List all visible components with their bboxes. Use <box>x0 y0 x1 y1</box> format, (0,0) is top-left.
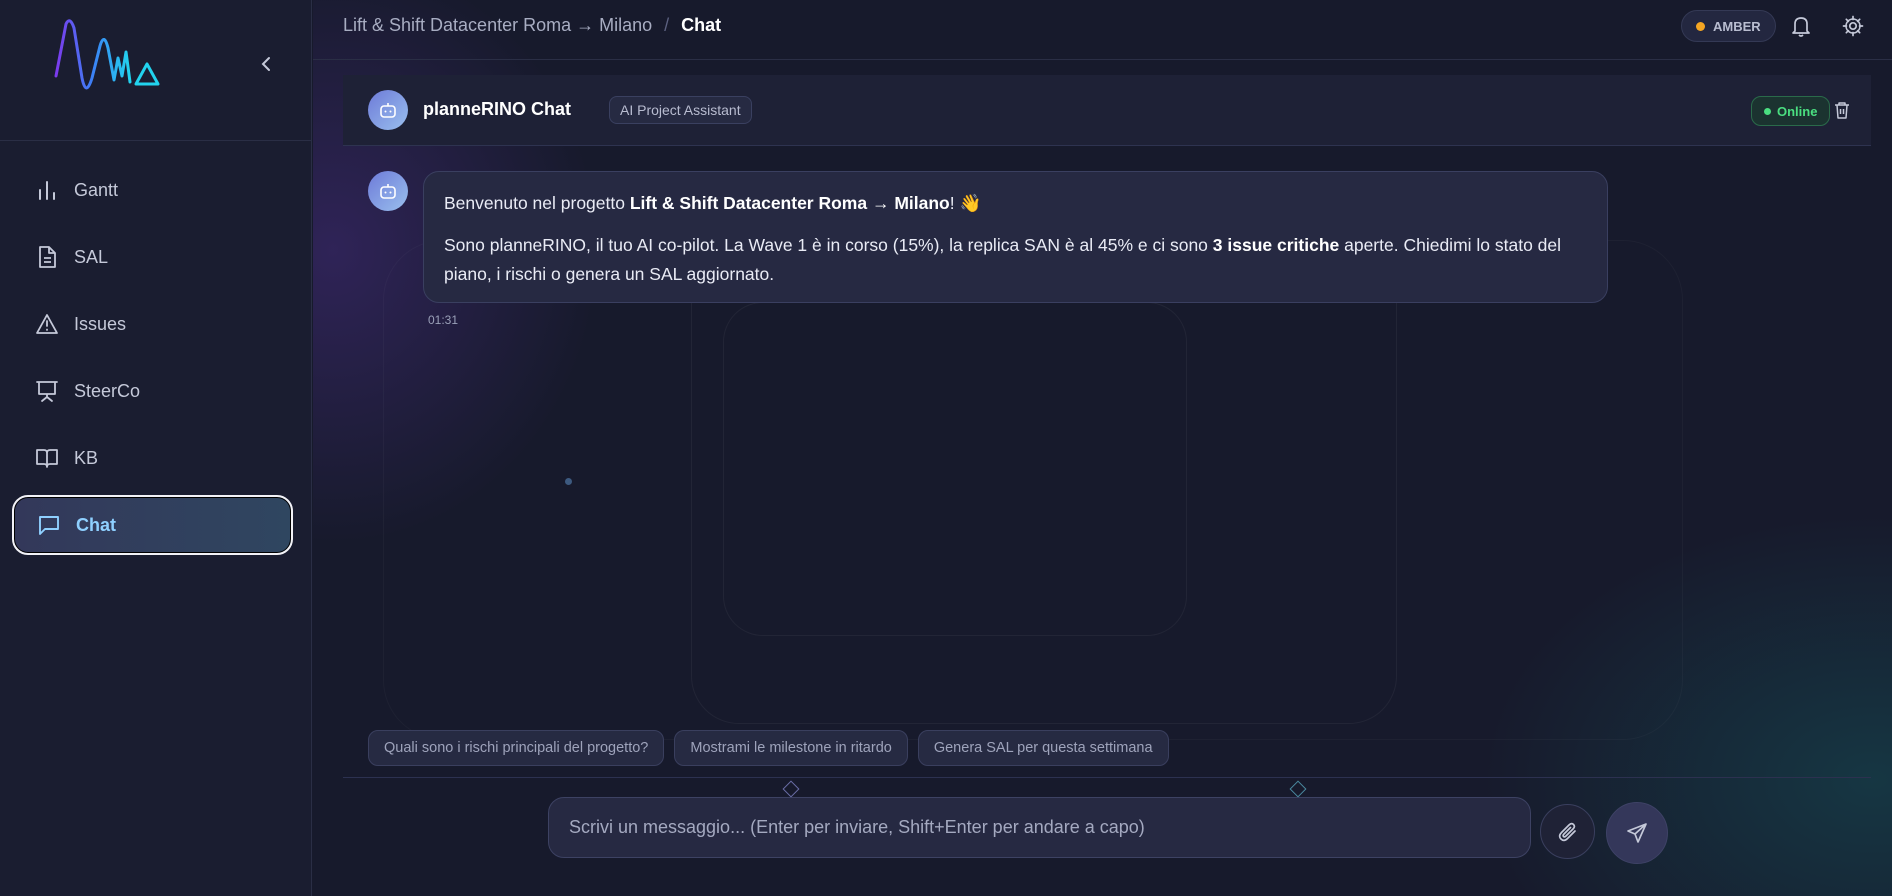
suggestion-chips: Quali sono i rischi principali del proge… <box>368 730 1169 766</box>
sidebar-item-label: SAL <box>74 246 109 267</box>
sidebar-item-label: Gantt <box>74 179 119 200</box>
assistant-message: Benvenuto nel progetto Lift & Shift Data… <box>423 171 1608 303</box>
background-decoration <box>383 240 1683 740</box>
bar-chart-icon <box>34 177 60 203</box>
breadcrumb-separator: / <box>664 15 670 35</box>
sidebar-item-label: KB <box>74 447 99 468</box>
project-status-badge[interactable]: AMBER <box>1681 10 1776 42</box>
assistant-avatar <box>368 90 408 130</box>
message-text: ! 👋 <box>949 193 982 213</box>
message-paragraph: Benvenuto nel progetto Lift & Shift Data… <box>444 189 1587 218</box>
robot-icon <box>380 103 396 118</box>
diamond-marker-icon <box>1289 780 1307 798</box>
book-icon <box>34 445 60 471</box>
message-composer <box>548 797 1531 858</box>
message-text: Sono planneRINO, il tuo AI co-pilot. La … <box>444 235 1213 255</box>
online-label: Online <box>1777 103 1818 119</box>
robot-icon <box>380 184 396 199</box>
paperclip-icon <box>1558 822 1576 841</box>
sidebar-item-issues[interactable]: Issues <box>12 294 293 354</box>
logo-area <box>0 0 311 141</box>
gear-icon <box>1842 15 1864 37</box>
sidebar-item-gantt[interactable]: Gantt <box>12 160 293 220</box>
clear-chat-button[interactable] <box>1831 99 1853 121</box>
breadcrumb: Lift & Shift Datacenter Roma → Milano / … <box>343 15 721 36</box>
sidebar: Gantt SAL Issues SteerCo KB Chat <box>0 0 312 896</box>
presentation-icon <box>34 378 60 404</box>
background-dot <box>565 478 572 485</box>
status-label: AMBER <box>1713 18 1761 34</box>
composer-divider <box>343 777 1871 778</box>
diamond-marker-icon <box>782 780 800 798</box>
project-name-text: Lift & Shift Datacenter Roma → Milano <box>629 193 950 213</box>
trash-icon <box>1835 102 1849 119</box>
suggestion-chip[interactable]: Mostrami le milestone in ritardo <box>674 730 908 766</box>
settings-button[interactable] <box>1840 13 1866 39</box>
message-avatar <box>368 171 408 211</box>
warning-icon <box>34 311 60 337</box>
sidebar-item-steerco[interactable]: SteerCo <box>12 361 293 421</box>
message-timestamp: 01:31 <box>428 313 459 327</box>
sidebar-item-chat[interactable]: Chat <box>12 495 293 555</box>
assistant-role-badge: AI Project Assistant <box>609 96 752 124</box>
topbar: Lift & Shift Datacenter Roma → Milano / … <box>313 0 1892 60</box>
status-dot-icon <box>1696 21 1705 31</box>
message-input[interactable] <box>569 817 1530 838</box>
message-paragraph: Sono planneRINO, il tuo AI co-pilot. La … <box>444 231 1587 289</box>
chat-icon <box>36 512 62 538</box>
breadcrumb-current: Chat <box>681 15 722 35</box>
breadcrumb-project-link[interactable]: Lift & Shift Datacenter Roma → Milano <box>343 15 652 36</box>
critical-issues-text: 3 issue critiche <box>1212 235 1340 255</box>
message-text: Benvenuto nel progetto <box>444 193 630 213</box>
chat-header: planneRINO Chat AI Project Assistant Onl… <box>343 75 1871 146</box>
document-icon <box>34 244 60 270</box>
bell-icon <box>1792 17 1810 37</box>
collapse-sidebar-button[interactable] <box>254 52 278 76</box>
online-status-badge: Online <box>1751 96 1831 126</box>
sidebar-item-label: Chat <box>76 514 116 535</box>
chevron-left-icon <box>261 57 270 71</box>
send-icon <box>1627 823 1647 843</box>
notifications-button[interactable] <box>1788 13 1814 39</box>
sidebar-item-label: Issues <box>74 313 127 334</box>
send-button[interactable] <box>1606 802 1668 864</box>
online-dot-icon <box>1764 107 1771 115</box>
attach-button[interactable] <box>1540 804 1595 859</box>
sidebar-item-kb[interactable]: KB <box>12 428 293 488</box>
app-logo <box>54 19 160 90</box>
main-area: Lift & Shift Datacenter Roma → Milano / … <box>313 0 1892 896</box>
sidebar-item-sal[interactable]: SAL <box>12 227 293 287</box>
suggestion-chip[interactable]: Quali sono i rischi principali del proge… <box>368 730 665 766</box>
suggestion-chip[interactable]: Genera SAL per questa settimana <box>917 730 1169 766</box>
chat-title: planneRINO Chat <box>423 99 572 119</box>
sidebar-item-label: SteerCo <box>74 380 141 401</box>
